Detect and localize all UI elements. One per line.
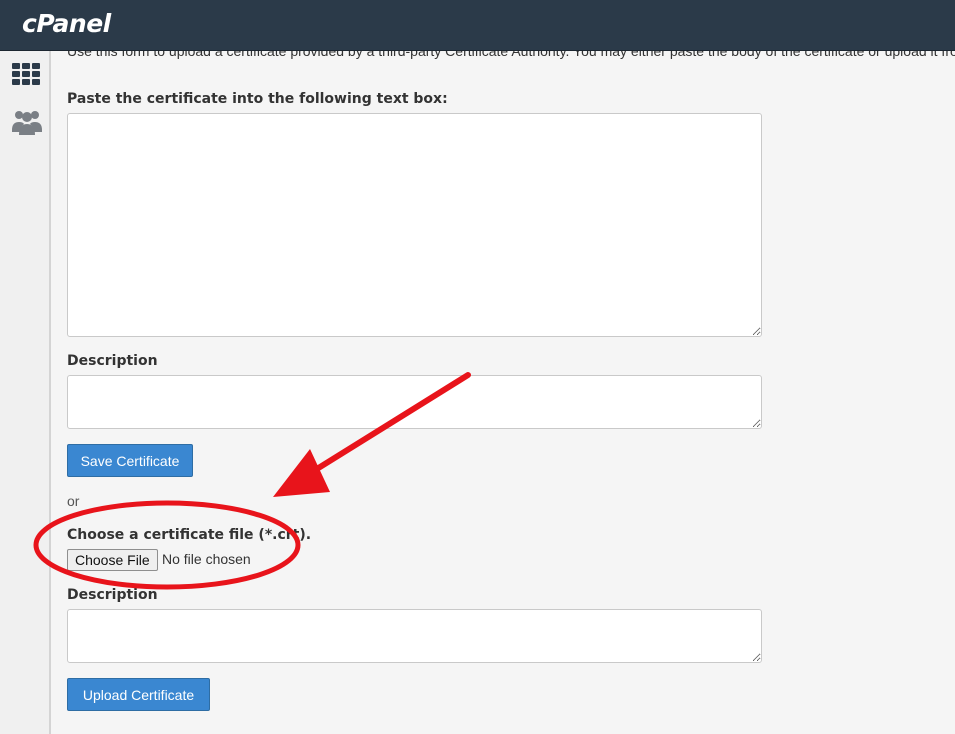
description-textarea[interactable] xyxy=(67,375,762,429)
intro-text: Use this form to upload a certificate pr… xyxy=(67,51,955,59)
save-certificate-button[interactable]: Save Certificate xyxy=(67,444,193,477)
or-separator: or xyxy=(67,493,80,509)
main-content: Use this form to upload a certificate pr… xyxy=(51,51,955,734)
cpanel-logo[interactable]: cPanel xyxy=(22,9,111,38)
upload-certificate-button[interactable]: Upload Certificate xyxy=(67,678,210,711)
file-status-text: No file chosen xyxy=(162,551,251,567)
choose-file-label: Choose a certificate file (*.crt). xyxy=(67,527,312,543)
top-header: cPanel xyxy=(0,0,955,51)
paste-certificate-label: Paste the certificate into the following… xyxy=(67,91,448,107)
grid-icon[interactable] xyxy=(11,61,41,91)
users-icon[interactable] xyxy=(11,108,42,138)
sidebar xyxy=(0,51,51,734)
upload-description-textarea[interactable] xyxy=(67,609,762,663)
upload-description-label: Description xyxy=(67,587,158,603)
description-label: Description xyxy=(67,353,158,369)
choose-file-button[interactable]: Choose File xyxy=(67,549,158,571)
certificate-textarea[interactable] xyxy=(67,113,762,337)
